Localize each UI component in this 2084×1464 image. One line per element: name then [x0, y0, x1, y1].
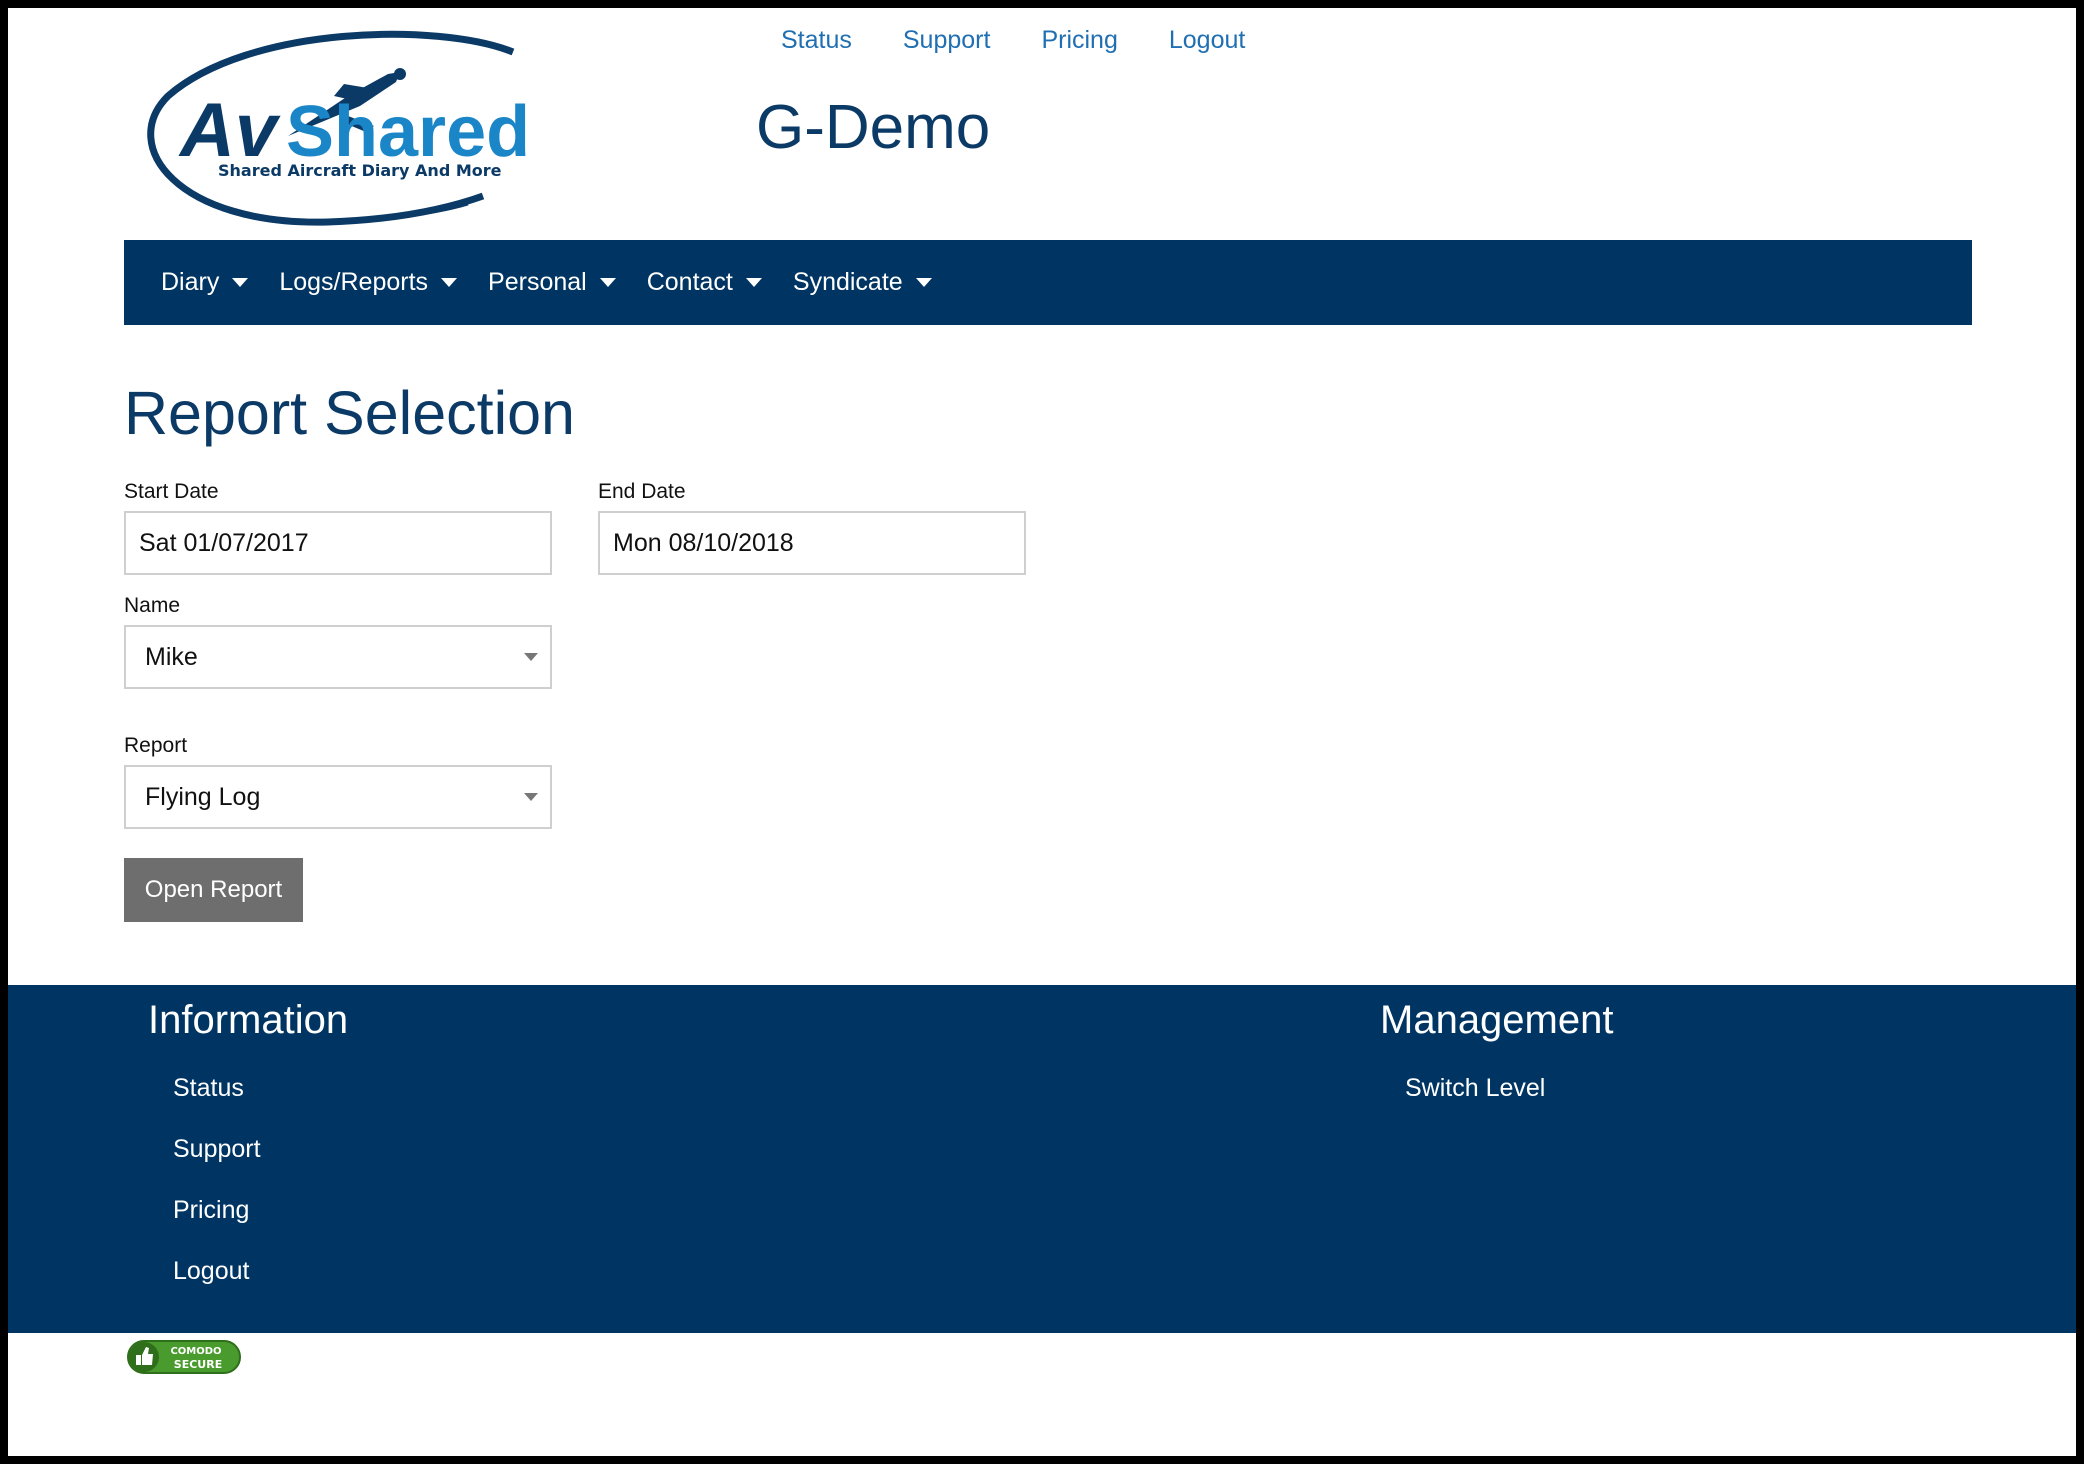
svg-text:COMODO: COMODO — [170, 1346, 221, 1357]
footer-information-list: Status Support Pricing Logout — [173, 1074, 261, 1318]
chevron-down-icon — [524, 793, 538, 801]
main-navbar: Diary Logs/Reports Personal Contact Synd… — [124, 240, 1972, 325]
nav-personal-label: Personal — [488, 268, 587, 296]
site-title: G-Demo — [756, 93, 991, 162]
chevron-down-icon — [441, 278, 458, 287]
comodo-secure-badge: COMODO SECURE — [127, 1340, 241, 1374]
top-link-status[interactable]: Status — [781, 26, 852, 55]
report-select-value: Flying Log — [145, 782, 261, 811]
end-date-input[interactable] — [598, 511, 1026, 575]
avshared-logo[interactable]: Av Shared Shared Aircraft Diary And More — [138, 26, 568, 226]
nav-syndicate[interactable]: Syndicate — [793, 268, 932, 297]
page: Status Support Pricing Logout Av Shared … — [8, 8, 2076, 1456]
svg-text:Shared: Shared — [286, 92, 530, 172]
footer-link-support[interactable]: Support — [173, 1135, 261, 1196]
footer-link-pricing[interactable]: Pricing — [173, 1196, 261, 1257]
chevron-down-icon — [915, 278, 932, 287]
nav-diary-label: Diary — [161, 268, 220, 296]
name-select[interactable]: Mike — [124, 625, 552, 689]
nav-personal[interactable]: Personal — [488, 268, 616, 297]
nav-syndicate-label: Syndicate — [792, 268, 903, 296]
svg-text:Shared Aircraft Diary And More: Shared Aircraft Diary And More — [218, 161, 502, 180]
page-title: Report Selection — [124, 379, 575, 447]
top-link-logout[interactable]: Logout — [1169, 26, 1245, 55]
chevron-down-icon — [599, 278, 616, 287]
report-select[interactable]: Flying Log — [124, 765, 552, 829]
footer-management-heading: Management — [1380, 998, 1614, 1042]
top-links: Status Support Pricing Logout — [781, 26, 1245, 55]
nav-logs-reports-label: Logs/Reports — [279, 268, 429, 296]
footer-link-status[interactable]: Status — [173, 1074, 261, 1135]
footer-link-logout[interactable]: Logout — [173, 1257, 261, 1318]
chevron-down-icon — [524, 653, 538, 661]
report-label: Report — [124, 734, 188, 757]
nav-logs-reports[interactable]: Logs/Reports — [279, 268, 458, 297]
end-date-label: End Date — [598, 480, 686, 503]
nav-contact-label: Contact — [646, 268, 733, 296]
footer-link-switch-level[interactable]: Switch Level — [1405, 1074, 1545, 1135]
svg-text:SECURE: SECURE — [174, 1358, 222, 1371]
start-date-input[interactable] — [124, 511, 552, 575]
chevron-down-icon — [232, 278, 249, 287]
nav-contact[interactable]: Contact — [647, 268, 762, 297]
name-label: Name — [124, 594, 181, 617]
footer-management-list: Switch Level — [1405, 1074, 1545, 1135]
open-report-button[interactable]: Open Report — [124, 858, 303, 922]
footer-information-heading: Information — [148, 998, 349, 1042]
footer: Information Status Support Pricing Logou… — [8, 985, 2076, 1333]
chevron-down-icon — [745, 278, 762, 287]
top-link-support[interactable]: Support — [903, 26, 991, 55]
nav-diary[interactable]: Diary — [161, 268, 249, 297]
top-link-pricing[interactable]: Pricing — [1041, 26, 1117, 55]
name-select-value: Mike — [145, 642, 198, 671]
start-date-label: Start Date — [124, 480, 219, 503]
